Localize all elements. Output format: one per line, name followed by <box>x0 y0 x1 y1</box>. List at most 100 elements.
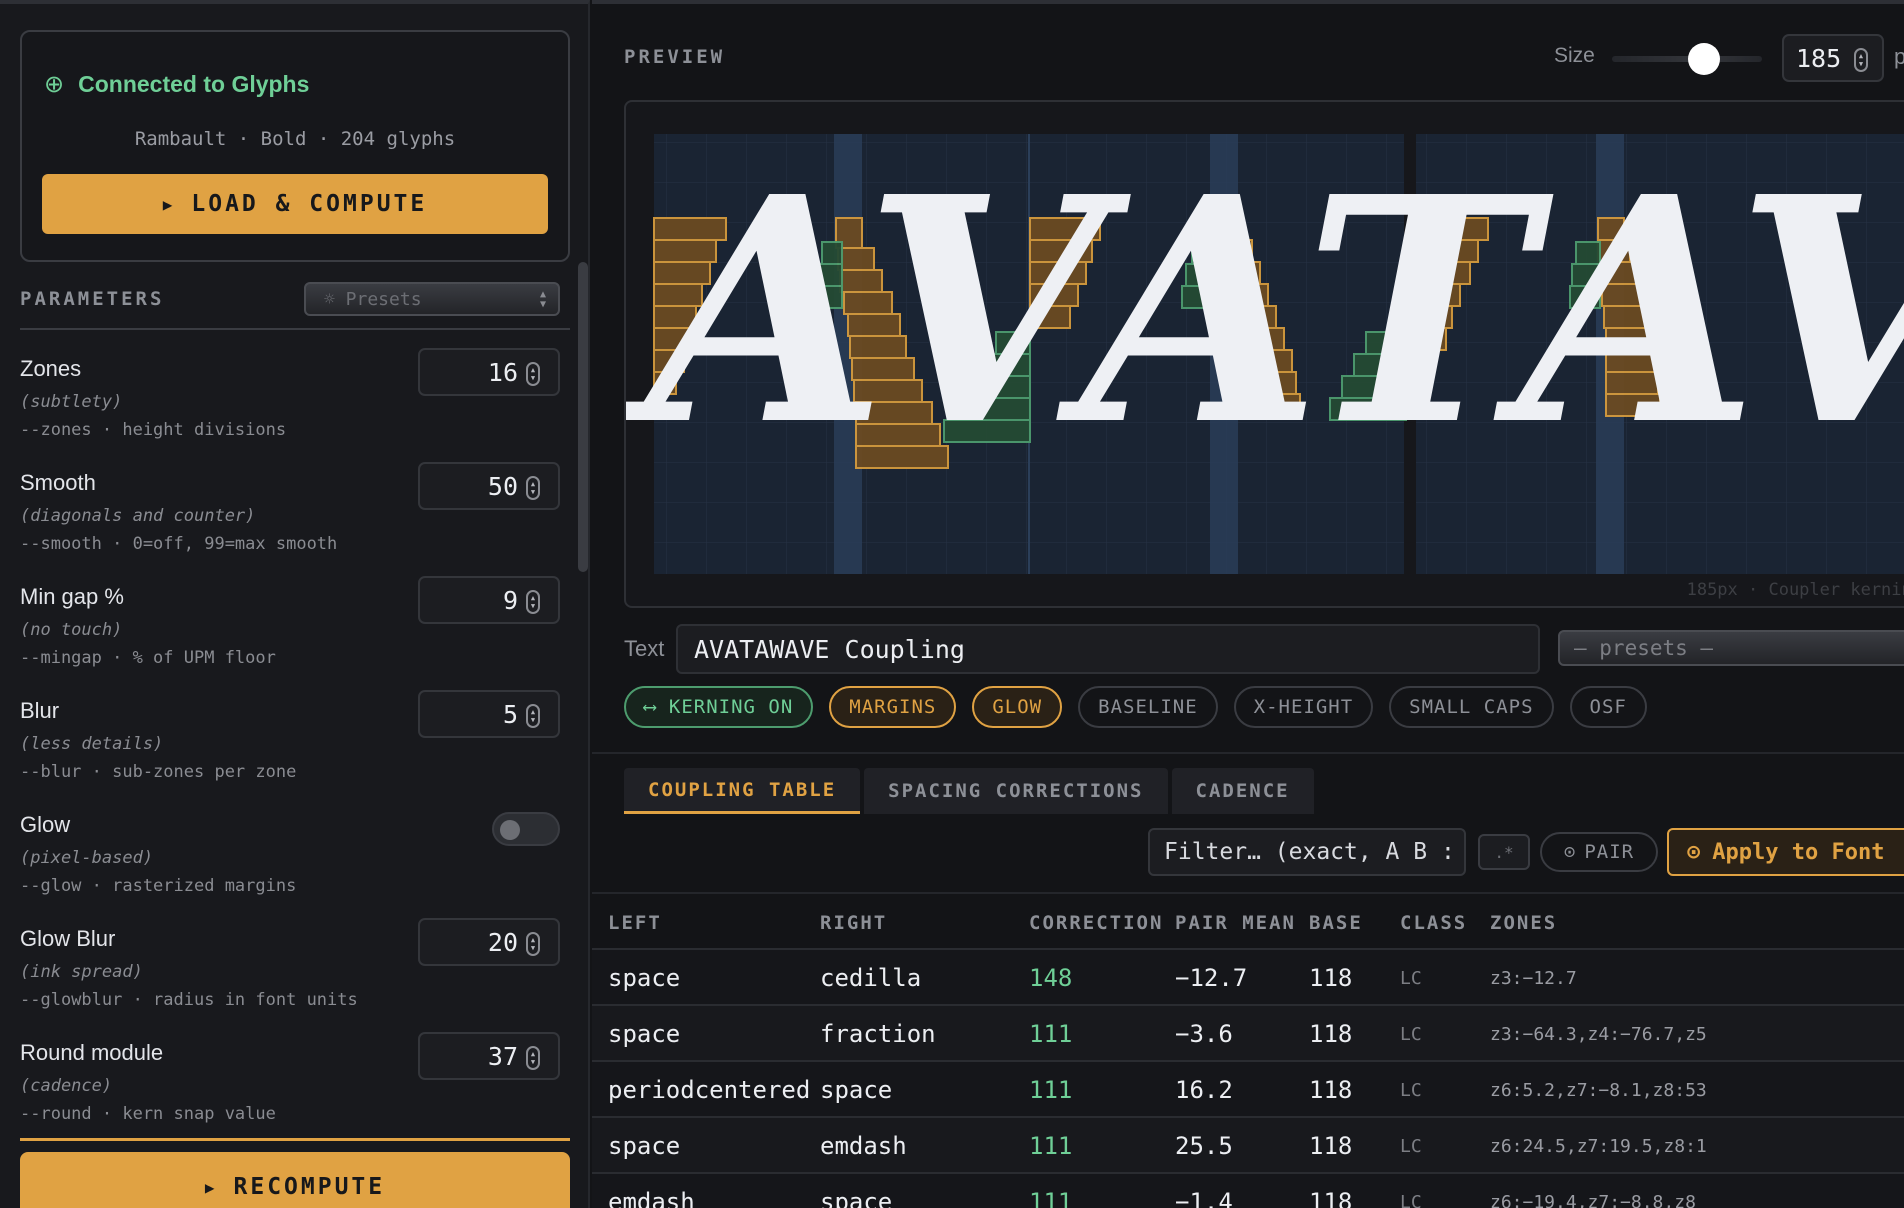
size-input[interactable]: 185 ▲ ▼ <box>1782 34 1884 82</box>
table-row[interactable]: periodcentered space 111 16.2 118 LC z6:… <box>592 1062 1904 1118</box>
tab-coupling-table[interactable]: COUPLING TABLE <box>624 768 861 814</box>
param-flag: --mingap · % of UPM floor <box>20 648 276 668</box>
connection-status: ⊕ Connected to Glyphs <box>44 70 309 99</box>
connected-icon: ⊕ <box>44 71 65 98</box>
tab-spacing-corrections[interactable]: SPACING CORRECTIONS <box>864 768 1168 814</box>
param-min-gap: Min gap % (no touch) --mingap · % of UPM… <box>20 576 560 686</box>
size-unit: p <box>1894 44 1904 70</box>
cell-right: fraction <box>820 1020 936 1048</box>
param-flag: --smooth · 0=off, 99=max smooth <box>20 534 338 554</box>
sidebar: ⊕ Connected to Glyphs Rambault · Bold · … <box>0 0 590 1208</box>
param-glow-blur: Glow Blur (ink spread) --glowblur · radi… <box>20 918 560 1028</box>
col-zones[interactable]: ZONES <box>1490 912 1557 934</box>
col-class[interactable]: CLASS <box>1400 912 1467 934</box>
preview-label: PREVIEW <box>624 46 726 68</box>
target-icon: ⊙ <box>1687 839 1701 865</box>
font-info: Rambault · Bold · 204 glyphs <box>134 128 456 150</box>
table-row[interactable]: space emdash 111 25.5 118 LC z6:24.5,z7:… <box>592 1118 1904 1174</box>
min-gap-input[interactable]: 9 ▲ ▼ <box>418 576 560 624</box>
cell-correction: 111 <box>1029 1188 1073 1208</box>
chip-margins[interactable]: MARGINS <box>829 686 957 728</box>
param-hint: (no touch) <box>20 620 123 640</box>
toggle-knob <box>500 820 520 840</box>
col-left[interactable]: LEFT <box>608 912 662 934</box>
sample-text-input[interactable]: AVATAWAVE Coupling <box>676 624 1540 674</box>
stepper-icon[interactable]: ▲ ▼ <box>1854 48 1868 72</box>
apply-to-font-button[interactable]: ⊙ Apply to Font <box>1667 828 1904 876</box>
presets-select[interactable]: ☼ Presets ▲ ▼ <box>304 282 560 316</box>
pair-label: PAIR <box>1584 841 1635 863</box>
table-header: LEFT RIGHT CORRECTION PAIR MEAN BASE CLA… <box>592 894 1904 950</box>
cell-class: LC <box>1400 968 1422 989</box>
sidebar-scrollbar[interactable] <box>578 262 588 572</box>
stepper-icon[interactable]: ▲ ▼ <box>526 590 540 614</box>
cell-correction: 148 <box>1029 964 1073 992</box>
col-pair-mean[interactable]: PAIR MEAN <box>1175 912 1296 934</box>
param-zones: Zones (subtlety) --zones · height divisi… <box>20 348 560 458</box>
slider-thumb[interactable] <box>1688 43 1720 75</box>
chip-baseline[interactable]: BASELINE <box>1078 686 1218 728</box>
stepper-icon[interactable]: ▲ ▼ <box>526 704 540 728</box>
cell-right: space <box>820 1188 893 1208</box>
table-row[interactable]: space cedilla 148 −12.7 118 LC z3:−12.7 <box>592 950 1904 1006</box>
toggle-chips: ⟷ KERNING ON MARGINS GLOW BASELINE X-HEI… <box>624 686 1647 728</box>
param-flag: --blur · sub-zones per zone <box>20 762 297 782</box>
filter-placeholder: Filter… (exact, A B : <box>1164 839 1455 865</box>
cell-pair-mean: −1.4 <box>1175 1188 1233 1208</box>
chip-kerning[interactable]: ⟷ KERNING ON <box>624 686 814 728</box>
size-slider[interactable] <box>1612 43 1762 75</box>
blur-value: 5 <box>502 699 518 729</box>
param-flag: --glow · rasterized margins <box>20 876 297 896</box>
blur-input[interactable]: 5 ▲ ▼ <box>418 690 560 738</box>
cell-base: 118 <box>1309 1188 1353 1208</box>
cell-zones: z3:−12.7 <box>1490 968 1577 989</box>
pair-button[interactable]: ⊙ PAIR <box>1540 832 1658 872</box>
chip-x-height[interactable]: X-HEIGHT <box>1233 686 1374 728</box>
glow-toggle[interactable] <box>492 812 560 846</box>
tab-cadence[interactable]: CADENCE <box>1171 768 1314 814</box>
text-presets-select[interactable]: – presets – <box>1558 630 1904 666</box>
param-name: Round module <box>20 1040 164 1065</box>
col-correction[interactable]: CORRECTION <box>1029 912 1163 934</box>
cell-pair-mean: −12.7 <box>1175 964 1248 992</box>
param-name: Min gap % <box>20 584 124 609</box>
text-presets-label: – presets – <box>1574 636 1714 660</box>
glyph-preview-svg: AVATAV <box>626 130 1904 574</box>
cell-base: 118 <box>1309 964 1353 992</box>
cell-zones: z6:5.2,z7:−8.1,z8:53 <box>1490 1080 1707 1101</box>
param-smooth: Smooth (diagonals and counter) --smooth … <box>20 462 560 572</box>
filter-input[interactable]: Filter… (exact, A B : <box>1148 828 1466 876</box>
table-row[interactable]: space fraction 111 −3.6 118 LC z3:−64.3,… <box>592 1006 1904 1062</box>
stepper-icon[interactable]: ▲ ▼ <box>526 1046 540 1070</box>
zones-input[interactable]: 16 ▲ ▼ <box>418 348 560 396</box>
load-compute-button[interactable]: ▶ LOAD & COMPUTE <box>42 174 548 234</box>
play-icon: ▶ <box>162 194 176 214</box>
param-hint: (subtlety) <box>20 392 123 412</box>
smooth-value: 50 <box>487 471 518 501</box>
round-module-input[interactable]: 37 ▲ ▼ <box>418 1032 560 1080</box>
smooth-input[interactable]: 50 ▲ ▼ <box>418 462 560 510</box>
param-flag: --round · kern snap value <box>20 1104 276 1124</box>
col-right[interactable]: RIGHT <box>820 912 887 934</box>
size-value: 185 <box>1796 43 1842 73</box>
stepper-icon[interactable]: ▲ ▼ <box>526 362 540 386</box>
table-row[interactable]: emdash space 111 −1.4 118 LC z6:−19.4,z7… <box>592 1174 1904 1208</box>
stepper-icon[interactable]: ▲ ▼ <box>526 476 540 500</box>
glow-blur-input[interactable]: 20 ▲ ▼ <box>418 918 560 966</box>
cell-zones: z6:−19.4,z7:−8.8,z8 <box>1490 1192 1696 1208</box>
chip-small-caps[interactable]: SMALL CAPS <box>1389 686 1554 728</box>
target-icon: ⊙ <box>1563 841 1577 863</box>
col-base[interactable]: BASE <box>1309 912 1363 934</box>
stepper-icon[interactable]: ▲ ▼ <box>526 932 540 956</box>
main-panel: PREVIEW Size 185 ▲▼ p <box>592 0 1904 1208</box>
select-arrows-icon: ▲ ▼ <box>539 289 546 310</box>
regex-toggle-button[interactable]: .* <box>1478 834 1530 870</box>
chip-osf[interactable]: OSF <box>1569 686 1647 728</box>
param-name: Glow <box>20 812 71 837</box>
chip-glow[interactable]: GLOW <box>972 686 1063 728</box>
cell-left: space <box>608 1132 681 1160</box>
param-hint: (ink spread) <box>20 962 143 982</box>
param-name: Glow Blur <box>20 926 116 951</box>
recompute-button[interactable]: ▶ RECOMPUTE <box>20 1152 570 1208</box>
glow-blur-value: 20 <box>487 927 518 957</box>
